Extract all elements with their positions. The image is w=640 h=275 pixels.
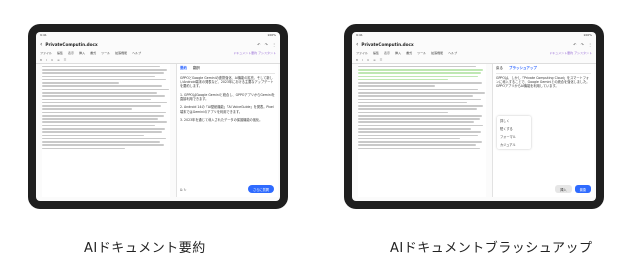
title-bar: ‹ PrivateComputin.docx ↶ ↷ ⋮ xyxy=(352,39,596,49)
back-arrow-icon[interactable]: ‹ xyxy=(40,41,42,48)
status-time: 9:41 xyxy=(356,33,363,37)
tablet-screen: 9:41 100% ‹ PrivateComputin.docx ↶ ↷ ⋮ フ… xyxy=(352,32,596,201)
caption-brushup: AIドキュメントブラッシュアップ xyxy=(390,241,593,256)
more-icon[interactable]: ⋮ xyxy=(588,42,592,47)
tablet-summary: 9:41 100% ‹ PrivateComputin.docx ↶ ↷ ⋮ フ… xyxy=(28,24,288,209)
panel-tabs: 戻る ブラッシュアップ xyxy=(496,66,591,74)
redo-icon[interactable]: ↷ xyxy=(581,42,584,47)
undo-icon[interactable]: ↶ xyxy=(573,42,576,47)
bold-icon[interactable]: B xyxy=(356,58,358,62)
menu-format[interactable]: 書式 xyxy=(406,51,412,55)
brushup-text: GPPOは、しかし「Private Computing Cloud」をスマートフ… xyxy=(496,76,590,89)
back-tab[interactable]: 戻る xyxy=(496,66,503,71)
menu-item-formal[interactable]: フォーマル xyxy=(497,133,531,141)
tab-brushup[interactable]: ブラッシュアップ xyxy=(509,66,537,71)
tone-menu: 詳しく 短くする フォーマル カジュアル xyxy=(497,116,531,150)
redo-icon[interactable]: ↷ xyxy=(265,42,268,47)
panel-tabs: 要約 翻訳 xyxy=(180,66,275,74)
action-row: 挿入 置換 xyxy=(555,185,591,193)
format-ribbon: B I U ≡ ☰ xyxy=(36,56,280,64)
status-bar: 9:41 100% xyxy=(352,32,596,39)
status-battery: 100% xyxy=(583,33,592,37)
menu-edit[interactable]: 編集 xyxy=(373,51,379,55)
menu-item-shorten[interactable]: 短くする xyxy=(497,125,531,133)
tab-summary[interactable]: 要約 xyxy=(180,66,187,71)
caption-summary: AIドキュメント要約 xyxy=(84,241,206,256)
menu-extensions[interactable]: 拡張機能 xyxy=(431,51,443,55)
italic-icon[interactable]: I xyxy=(46,58,47,62)
menu-file[interactable]: ファイル xyxy=(356,51,368,55)
document-title: PrivateComputin.docx xyxy=(361,41,414,47)
menu-item-detail[interactable]: 詳しく xyxy=(497,117,531,125)
undo-icon[interactable]: ↶ xyxy=(257,42,260,47)
bold-icon[interactable]: B xyxy=(40,58,42,62)
copy-icon[interactable]: ⧉ ↻ xyxy=(180,188,187,192)
more-icon[interactable]: ⋮ xyxy=(272,42,276,47)
ai-summary-panel: 要約 翻訳 GPPOとGoogle Geminiの連携強化、AI機能の拡充、そし… xyxy=(176,64,278,197)
document-body[interactable] xyxy=(42,64,170,197)
list-icon[interactable]: ☰ xyxy=(380,58,383,62)
menu-format[interactable]: 書式 xyxy=(90,51,96,55)
italic-icon[interactable]: I xyxy=(362,58,363,62)
menu-help[interactable]: ヘルプ xyxy=(448,51,457,55)
document-title: PrivateComputin.docx xyxy=(45,41,98,47)
tab-translate[interactable]: 翻訳 xyxy=(193,66,200,71)
status-bar: 9:41 100% xyxy=(36,32,280,39)
menu-bar: ファイル 編集 表示 挿入 書式 ツール 拡張機能 ヘルプ ドキュメント要約 ア… xyxy=(36,49,280,56)
tablet-screen: 9:41 100% ‹ PrivateComputin.docx ↶ ↷ ⋮ フ… xyxy=(36,32,280,201)
status-time: 9:41 xyxy=(40,33,47,37)
toolbar-icons: ↶ ↷ ⋮ xyxy=(573,42,592,47)
ask-more-button[interactable]: さらに質問 xyxy=(248,185,274,193)
ai-menu[interactable]: ドキュメント要約 アシスタント xyxy=(549,51,592,55)
summary-text: GPPOとGoogle Geminiの連携強化、AI機能の拡充、そして新しいAn… xyxy=(180,76,275,123)
toolbar-icons: ↶ ↷ ⋮ xyxy=(257,42,276,47)
menu-tools[interactable]: ツール xyxy=(101,51,110,55)
list-icon[interactable]: ☰ xyxy=(64,58,67,62)
menu-view[interactable]: 表示 xyxy=(68,51,74,55)
document-body[interactable] xyxy=(358,64,486,197)
menu-insert[interactable]: 挿入 xyxy=(395,51,401,55)
back-arrow-icon[interactable]: ‹ xyxy=(356,41,358,48)
underline-icon[interactable]: U xyxy=(367,58,369,62)
menu-file[interactable]: ファイル xyxy=(40,51,52,55)
menu-view[interactable]: 表示 xyxy=(384,51,390,55)
status-battery: 100% xyxy=(267,33,276,37)
menu-extensions[interactable]: 拡張機能 xyxy=(115,51,127,55)
tablet-brushup: 9:41 100% ‹ PrivateComputin.docx ↶ ↷ ⋮ フ… xyxy=(344,24,604,209)
menu-item-casual[interactable]: カジュアル xyxy=(497,140,531,148)
ai-menu[interactable]: ドキュメント要約 アシスタント xyxy=(233,51,276,55)
menu-edit[interactable]: 編集 xyxy=(57,51,63,55)
align-icon[interactable]: ≡ xyxy=(57,58,60,62)
menu-insert[interactable]: 挿入 xyxy=(79,51,85,55)
ai-brushup-panel: 戻る ブラッシュアップ GPPOは、しかし「Private Computing … xyxy=(492,64,594,197)
replace-button[interactable]: 置換 xyxy=(574,185,591,193)
title-bar: ‹ PrivateComputin.docx ↶ ↷ ⋮ xyxy=(36,39,280,49)
menu-tools[interactable]: ツール xyxy=(417,51,426,55)
underline-icon[interactable]: U xyxy=(51,58,53,62)
menu-bar: ファイル 編集 表示 挿入 書式 ツール 拡張機能 ヘルプ ドキュメント要約 ア… xyxy=(352,49,596,56)
format-ribbon: B I U ≡ ☰ xyxy=(352,56,596,64)
align-icon[interactable]: ≡ xyxy=(373,58,376,62)
insert-button[interactable]: 挿入 xyxy=(555,185,572,193)
menu-help[interactable]: ヘルプ xyxy=(132,51,141,55)
